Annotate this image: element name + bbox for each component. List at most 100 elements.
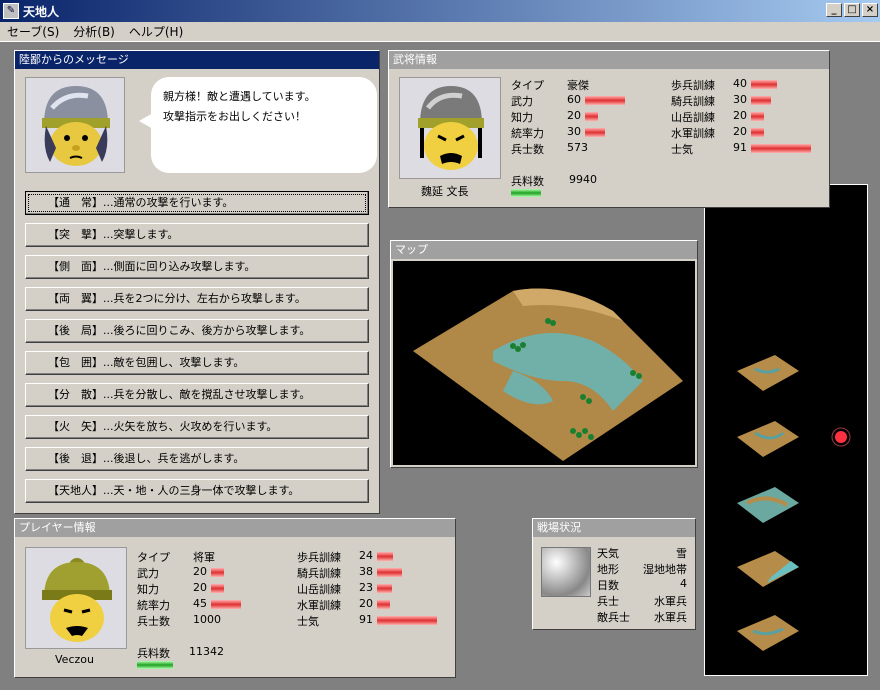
player-info-panel: プレイヤー情報 Veczou タイプ 将軍 武力 20 知力 20 統率力 45 兵士数 1000… [14,518,456,678]
general-stat-value: 豪傑 [567,79,589,92]
player-info-header: プレイヤー情報 [15,519,455,537]
player-food-label: 兵料数 [137,647,170,660]
command-rear-button[interactable]: 【後 局】...後ろに回りこみ、後方から攻撃します。 [25,319,369,343]
player-training-label: 歩兵訓練 [297,551,341,564]
general-stat-bar [585,112,598,121]
command-encircle-button[interactable]: 【包 囲】...敵を包囲し、攻撃します。 [25,351,369,375]
battle-row-value: 湿地地帯 [643,563,687,576]
general-info-panel: 武将情報 魏延 文長 タイプ 豪傑 武力 60 知力 20 統率力 30 兵士数 573 歩兵訓練 4… [388,50,830,208]
command-retreat-button[interactable]: 【後 退】...後退し、兵を逃がします。 [25,447,369,471]
general-food-label: 兵料数 [511,175,544,188]
menu-save[interactable]: セーブ(S) [0,23,66,40]
general-training-bar [751,144,811,153]
close-button[interactable]: × [862,3,878,17]
terrain-preview-2 [737,421,799,457]
player-stat-label: 武力 [137,567,159,580]
battle-row-value: 水軍兵 [654,595,687,608]
general-stat-value: 30 [567,125,581,138]
maximize-button[interactable]: □ [844,3,860,17]
general-training-bar [751,112,764,121]
weather-thumbnail [541,547,591,597]
player-name: Veczou [55,653,94,666]
player-training-bar [377,568,402,577]
command-normal-button[interactable]: 【通 常】...通常の攻撃を行います。 [25,191,369,215]
general-training-label: 士気 [671,143,693,156]
command-tenchijin-button[interactable]: 【天地人】...天・地・人の三身一体で攻撃します。 [25,479,369,503]
general-stat-value: 60 [567,93,581,106]
player-training-value: 20 [359,597,373,610]
general-stat-bar [585,96,625,105]
battle-row-label: 地形 [597,563,619,576]
player-training-value: 91 [359,613,373,626]
general-stat-label: 兵士数 [511,143,544,156]
player-stat-label: 兵士数 [137,615,170,628]
command-flank-button[interactable]: 【側 面】...側面に回り込み攻撃します。 [25,255,369,279]
general-training-value: 20 [733,109,747,122]
general-training-label: 山岳訓練 [671,111,715,124]
battle-row-value: 4 [680,577,687,590]
player-food-bar [137,661,173,669]
general-stat-value: 20 [567,109,581,122]
player-training-bar [377,600,390,609]
general-training-value: 20 [733,125,747,138]
player-training-value: 24 [359,549,373,562]
advisor-portrait [25,77,125,173]
battle-status-header: 戦場状況 [533,519,695,537]
menu-analysis[interactable]: 分析(B) [66,23,122,40]
command-wings-button[interactable]: 【両 翼】...兵を2つに分け、左右から攻撃します。 [25,287,369,311]
menu-help[interactable]: ヘルプ(H) [122,23,190,40]
terrain-preview-1 [737,355,799,391]
map-panel: マップ [390,240,698,468]
general-info-header: 武将情報 [389,51,829,69]
player-training-bar [377,552,393,561]
player-training-label: 山岳訓練 [297,583,341,596]
player-stat-label: 統率力 [137,599,170,612]
battle-preview-strip [704,184,868,676]
player-training-bar [377,584,392,593]
player-training-value: 23 [359,581,373,594]
command-disperse-button[interactable]: 【分 散】...兵を分散し、敵を撹乱させ攻撃します。 [25,383,369,407]
player-training-label: 士気 [297,615,319,628]
general-stat-label: タイプ [511,79,544,92]
speech-bubble: 親方様！敵と遭遇しています。 攻撃指示をお出しください！ [139,77,377,173]
player-stat-bar [211,600,241,609]
general-stat-value: 573 [567,141,588,154]
map-header: マップ [391,241,697,259]
player-stat-label: タイプ [137,551,170,564]
general-stat-label: 武力 [511,95,533,108]
map-view[interactable] [393,261,695,465]
general-training-bar [751,80,777,89]
enemy-marker [835,431,847,443]
player-portrait [25,547,127,649]
player-stat-value: 45 [193,597,207,610]
general-training-label: 騎兵訓練 [671,95,715,108]
general-portrait [399,77,501,179]
general-training-bar [751,96,771,105]
battle-row-label: 日数 [597,579,619,592]
general-stat-label: 統率力 [511,127,544,140]
general-training-label: 水軍訓練 [671,127,715,140]
battle-status-panel: 戦場状況 天気雪地形 湿地地帯 日数 4 兵士 水軍兵 敵兵士 水軍兵 [532,518,696,630]
player-stat-bar [211,584,224,593]
battle-row-value: 雪 [676,547,687,560]
general-food-value: 9940 [569,173,597,186]
player-food-value: 11342 [189,645,224,658]
player-stat-value: 1000 [193,613,221,626]
battle-row-value: 水軍兵 [654,611,687,624]
player-stat-bar [211,568,224,577]
message-line-2: 攻撃指示をお出しください！ [163,110,306,123]
player-stat-value: 20 [193,581,207,594]
general-food-bar [511,189,541,197]
terrain-preview-5 [737,615,799,651]
window-title: 天地人 [23,4,60,19]
minimize-button[interactable]: _ [826,3,842,17]
command-fire-arrows-button[interactable]: 【火 矢】...火矢を放ち、火攻めを行います。 [25,415,369,439]
general-training-label: 歩兵訓練 [671,79,715,92]
message-line-1: 親方様！敵と遭遇しています。 [163,90,316,103]
command-charge-button[interactable]: 【突 撃】...突撃します。 [25,223,369,247]
battle-row-label: 天気 [597,547,619,560]
general-stat-bar [585,128,605,137]
general-training-value: 30 [733,93,747,106]
general-training-bar [751,128,764,137]
battle-row-label: 兵士 [597,595,619,608]
